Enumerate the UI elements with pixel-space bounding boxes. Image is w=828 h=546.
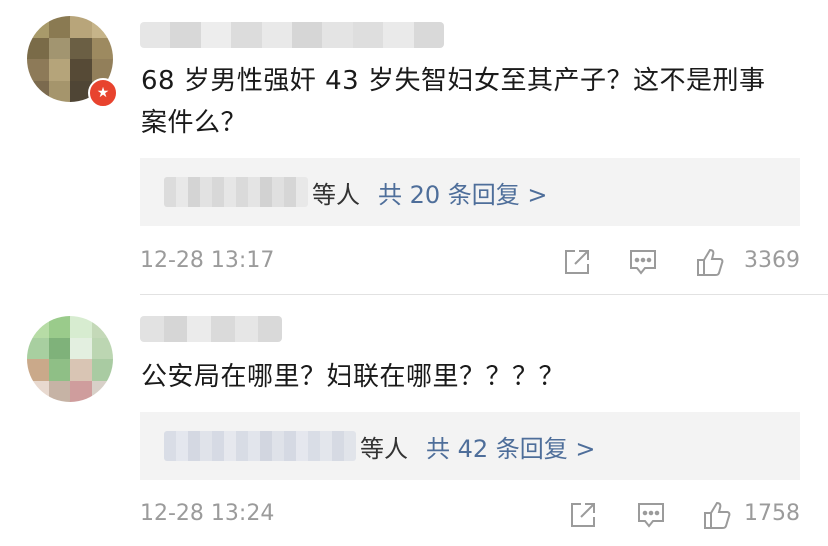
comment-icon[interactable]	[628, 247, 658, 277]
avatar-tile	[27, 59, 49, 81]
reply-suffix: 等人	[360, 434, 408, 463]
avatar-tile	[91, 359, 113, 381]
avatar-tile	[91, 316, 113, 338]
avatar-tile	[27, 337, 49, 359]
avatar-tile	[27, 80, 49, 102]
comment-meta: 12-28 13:24 1758	[140, 498, 800, 530]
avatar-tile	[91, 37, 113, 59]
share-icon[interactable]	[568, 500, 598, 530]
verified-badge-icon: ★	[88, 78, 118, 108]
reply-summary[interactable]: 等人 共 42 条回复 >	[140, 412, 800, 480]
share-icon[interactable]	[562, 247, 592, 277]
avatar-tile	[48, 380, 70, 402]
avatar-tile	[70, 37, 92, 59]
avatar-tile	[70, 316, 92, 338]
comment-item-1: ★ 68 岁男性强奸 43 岁失智妇女至其产子？这不是刑事案件么？ 等人 共 2…	[0, 0, 828, 292]
avatar-tile	[91, 380, 113, 402]
avatar-tile	[70, 380, 92, 402]
avatar-tile	[91, 16, 113, 38]
avatar-tile	[48, 80, 70, 102]
timestamp: 12-28 13:24	[140, 501, 275, 526]
reply-suffix: 等人	[312, 180, 360, 209]
avatar-tile	[27, 359, 49, 381]
reply-names-blurred	[164, 177, 308, 207]
comment-text: 68 岁男性强奸 43 岁失智妇女至其产子？这不是刑事案件么？	[141, 66, 766, 138]
avatar-tile	[70, 16, 92, 38]
username-blurred[interactable]	[140, 22, 444, 48]
username-blurred[interactable]	[140, 316, 282, 342]
avatar-tile	[70, 359, 92, 381]
avatar-tile	[70, 59, 92, 81]
avatar-tile	[27, 316, 49, 338]
avatar-tile	[91, 337, 113, 359]
timestamp: 12-28 13:17	[140, 248, 275, 273]
avatar-tile	[48, 16, 70, 38]
thumbs-up-icon[interactable]	[702, 500, 732, 530]
view-replies-link[interactable]: 共 20 条回复 >	[378, 175, 548, 210]
avatar-tile	[27, 380, 49, 402]
comment-item-2: 公安局在哪里？妇联在哪里？？？？ 等人 共 42 条回复 > 12-28 13:…	[0, 292, 828, 546]
like-count: 3369	[744, 248, 800, 273]
avatar-mosaic	[27, 316, 113, 402]
comment-meta: 12-28 13:17 3369	[140, 245, 800, 277]
comment-text: 公安局在哪里？妇联在哪里？？？？	[141, 362, 566, 392]
avatar[interactable]	[27, 316, 113, 402]
like-count: 1758	[744, 501, 800, 526]
view-replies-link[interactable]: 共 42 条回复 >	[426, 429, 596, 464]
avatar-tile	[27, 16, 49, 38]
avatar-tile	[48, 359, 70, 381]
reply-names-blurred	[164, 431, 356, 461]
avatar-tile	[70, 337, 92, 359]
reply-summary[interactable]: 等人 共 20 条回复 >	[140, 158, 800, 226]
avatar-tile	[27, 37, 49, 59]
avatar-tile	[48, 316, 70, 338]
comment-icon[interactable]	[636, 500, 666, 530]
thumbs-up-icon[interactable]	[695, 247, 725, 277]
avatar-tile	[48, 337, 70, 359]
avatar-tile	[48, 59, 70, 81]
avatar-tile	[48, 37, 70, 59]
